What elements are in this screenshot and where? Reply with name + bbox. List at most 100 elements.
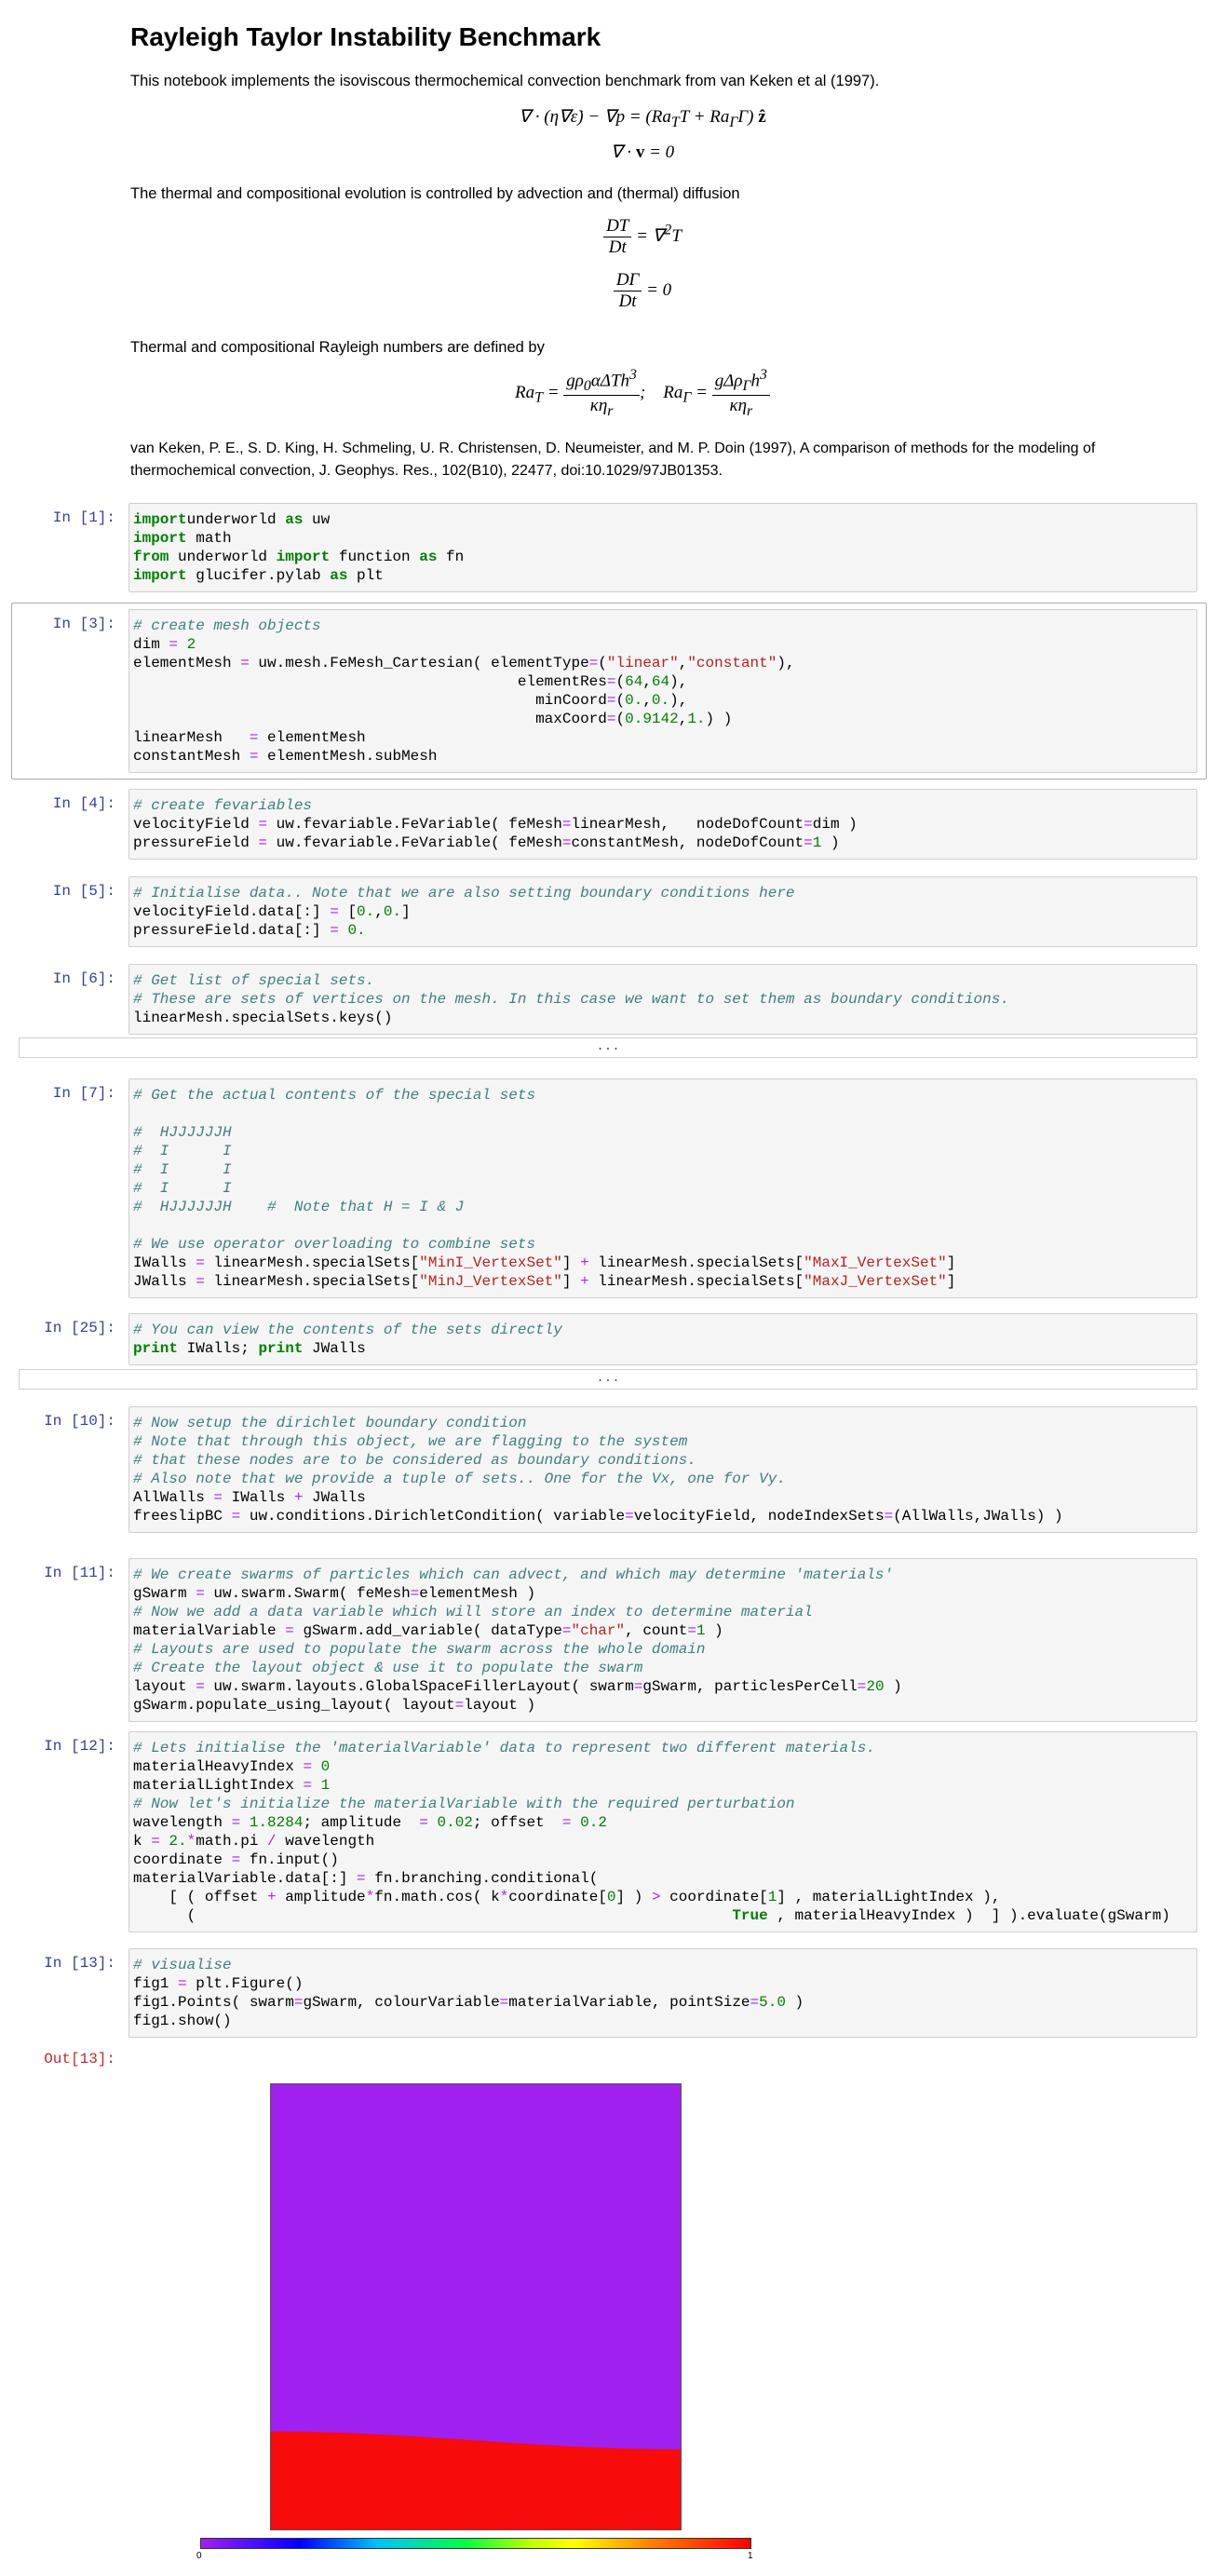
code-token: glucifer.pylab [186,567,331,584]
code-token: = [625,1508,634,1525]
code-line: # These are sets of vertices on the mesh… [133,990,1193,1009]
code-token: ] [561,1273,581,1290]
code-token: 20 [866,1678,885,1695]
code-token: = [419,1814,428,1831]
code-token: elementMesh [258,729,366,746]
code-line: # You can view the contents of the sets … [133,1321,1193,1339]
code-token: k [133,1833,152,1850]
code-token: ) [821,834,840,851]
code-token: "MaxI_VertexSet" [804,1254,947,1271]
code-token: # You can view the contents of the sets … [133,1322,562,1338]
code-token: ] , materialLightIndex ), [777,1889,1001,1905]
code-token: 0. [347,922,366,939]
code-line: # Get the actual contents of the special… [133,1086,1193,1105]
code-line: freeslipBC = uw.conditions.DirichletCond… [133,1507,1193,1525]
code-token: IWalls [133,1254,196,1271]
code-cell-input[interactable]: # Now setup the dirichlet boundary condi… [128,1406,1197,1533]
code-token: ] ) [615,1889,652,1905]
code-token: , count [625,1622,688,1639]
code-token: wavelength [133,1814,232,1831]
code-line: ( True , materialHeavyIndex ) ] ).evalua… [133,1906,1193,1925]
code-token: 64 [625,673,643,690]
notebook-title: Rayleigh Taylor Instability Benchmark [130,22,601,51]
code-token: , [374,903,384,920]
input-prompt: In [3]: [52,616,115,632]
code-token: + [267,1889,277,1905]
code-cell-input[interactable]: # Get the actual contents of the special… [128,1078,1197,1298]
code-line: dim = 2 [133,635,1193,654]
intro-paragraph: This notebook implements the isoviscous … [130,73,880,89]
code-token: # We use operator overloading to combine… [133,1236,536,1253]
code-token: from [133,549,169,565]
colour-bar-max-label: 1 [748,2551,753,2561]
code-token: , materialHeavyIndex ) ] ).evaluate(gSwa… [767,1907,1170,1924]
collapsed-output-toggle[interactable]: ... [19,1369,1197,1390]
code-token: import [133,530,187,547]
code-token: * [499,1889,509,1905]
code-token: materialVariable.data[:] [133,1870,358,1887]
code-token: linearMesh.specialSets[ [588,1254,804,1271]
code-token: linearMesh.specialSets[ [204,1254,420,1271]
code-token: ) [705,1622,723,1639]
code-token: fn.branching.conditional( [365,1870,599,1887]
code-token: ( [598,655,607,671]
code-token: linearMesh.specialSets.keys() [133,1010,393,1026]
code-token: # Create the layout object & use it to p… [133,1660,643,1676]
code-token: = [884,1508,894,1525]
code-line: velocityField = uw.fevariable.FeVariable… [133,815,1193,834]
output-prompt: Out[13]: [44,2051,115,2068]
code-line: coordinate = fn.input() [133,1851,1193,1869]
code-cell-input[interactable]: # create fevariables velocityField = uw.f… [128,789,1197,860]
code-cell-input[interactable]: # create mesh objects dim = 2 elementMesh … [128,609,1197,773]
code-token: # that these nodes are to be considered … [133,1452,696,1469]
code-line: # Lets initialise the 'materialVariable'… [133,1739,1193,1757]
code-cell-input[interactable]: # You can view the contents of the sets … [128,1313,1197,1365]
code-cell-input[interactable]: # Lets initialise the 'materialVariable'… [128,1731,1197,1932]
code-line: from underworld import function as fn [133,548,1193,566]
code-line: fig1 = plt.Figure() [133,1974,1193,1993]
code-token: + [580,1254,589,1271]
code-cell-input[interactable]: # Get list of special sets. # These are s… [128,964,1197,1035]
code-token: = [410,1585,420,1602]
code-token: = [231,1851,241,1868]
code-token: 0. [651,692,670,709]
code-token: = [196,1254,205,1271]
code-line: # Note that through this object, we are … [133,1432,1193,1451]
input-prompt: In [7]: [52,1085,115,1102]
code-line: materialVariable.data[:] = fn.branching.… [133,1869,1193,1888]
code-token: uw.fevariable.FeVariable( feMesh [267,816,562,833]
code-line: IWalls = linearMesh.specialSets["MinI_Ve… [133,1254,1193,1272]
equation-continuity: ∇ · v = 0 [610,142,675,162]
code-token: materialVariable [133,1622,286,1639]
code-cell-input[interactable]: # We create swarms of particles which ca… [128,1558,1197,1722]
code-token: = [330,922,339,939]
code-token: , [678,711,688,727]
input-prompt: In [5]: [52,883,115,900]
code-token: = [633,1678,643,1695]
reference-paragraph: van Keken, P. E., S. D. King, H. Schmeli… [130,441,1096,479]
code-cell-input[interactable]: importunderworld as uw import math from un… [128,503,1197,592]
code-token: # create fevariables [133,797,313,814]
code-token: = [258,816,268,833]
input-prompt: In [6]: [52,970,115,987]
collapsed-output-toggle[interactable]: ... [19,1037,1197,1058]
code-line: materialHeavyIndex = 0 [133,1757,1193,1776]
code-token: = [196,1678,205,1695]
code-token: uw.conditions.DirichletCondition( variab… [240,1508,626,1525]
code-cell-input[interactable]: # Initialise data.. Note that we are als… [128,876,1197,947]
code-token: uw [303,511,331,528]
input-prompt: In [10]: [44,1413,115,1430]
code-cell-input[interactable]: # visualise fig1 = plt.Figure() fig1.Point… [128,1948,1197,2038]
code-line: minCoord=(0.,0.), [133,691,1193,710]
code-line: gSwarm.populate_using_layout( layout=lay… [133,1696,1193,1715]
code-token: # create mesh objects [133,617,321,634]
code-line: print IWalls; print JWalls [133,1339,1193,1358]
code-token: # Now setup the dirichlet boundary condi… [133,1415,527,1431]
code-line: fig1.Points( swarm=gSwarm, colourVariabl… [133,1993,1193,2012]
colour-bar-min-label: 0 [196,2551,202,2561]
code-token: > [651,1889,661,1905]
code-token: as [419,549,438,565]
code-token: layout ) [464,1697,536,1714]
